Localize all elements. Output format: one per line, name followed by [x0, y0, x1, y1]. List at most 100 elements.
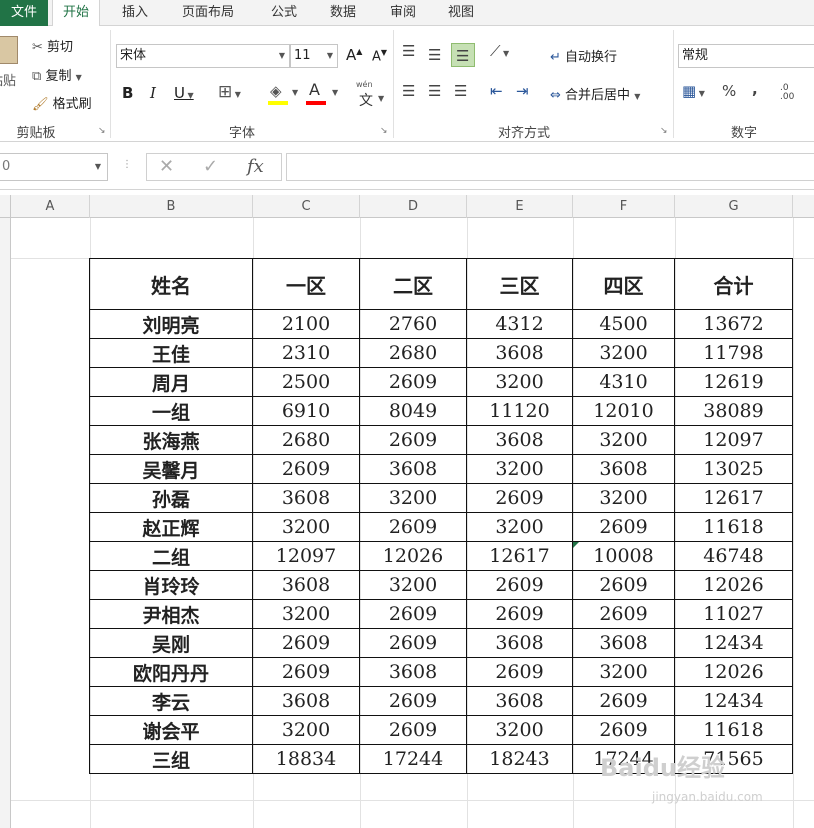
font-color-button[interactable]: A ▼ [306, 80, 340, 108]
value-cell[interactable]: 2609 [572, 570, 675, 600]
value-cell[interactable]: 2609 [359, 367, 467, 397]
formula-bar-splitter[interactable]: ⋮ [122, 159, 132, 170]
value-cell[interactable]: 12434 [674, 628, 793, 658]
value-cell[interactable]: 2609 [572, 686, 675, 716]
increase-decimal-icon[interactable]: .0.00 [780, 84, 794, 102]
value-cell[interactable]: 2609 [466, 570, 573, 600]
value-cell[interactable]: 2760 [359, 309, 467, 339]
value-cell[interactable]: 11120 [466, 396, 573, 426]
column-header-c[interactable]: C [253, 195, 360, 218]
value-cell[interactable]: 3608 [359, 454, 467, 484]
value-cell[interactable]: 2609 [359, 628, 467, 658]
value-cell[interactable]: 3608 [359, 657, 467, 687]
name-cell[interactable]: 尹相杰 [89, 599, 253, 629]
name-cell[interactable]: 张海燕 [89, 425, 253, 455]
orientation-button[interactable]: ⟋ ▼ [490, 42, 509, 60]
value-cell[interactable]: 3608 [252, 483, 360, 513]
name-cell[interactable]: 一组 [89, 396, 253, 426]
value-cell[interactable]: 2609 [359, 425, 467, 455]
name-cell[interactable]: 周月 [89, 367, 253, 397]
dialog-launcher-icon[interactable]: ↘ [98, 126, 106, 136]
value-cell[interactable]: 3200 [572, 483, 675, 513]
value-cell[interactable]: 12434 [674, 686, 793, 716]
name-cell[interactable]: 刘明亮 [89, 309, 253, 339]
value-cell[interactable]: 12010 [572, 396, 675, 426]
header-cell[interactable]: 三区 [466, 258, 573, 310]
value-cell[interactable]: 2609 [466, 599, 573, 629]
value-cell[interactable]: 3200 [572, 657, 675, 687]
phonetic-button[interactable]: wén 文 ▼ [356, 80, 386, 110]
bold-button[interactable]: B [122, 84, 133, 102]
comma-button[interactable]: , [752, 80, 758, 98]
value-cell[interactable]: 12097 [674, 425, 793, 455]
name-cell[interactable]: 李云 [89, 686, 253, 716]
value-cell[interactable]: 2609 [252, 454, 360, 484]
tab-formulas[interactable]: 公式 [261, 0, 307, 26]
italic-button[interactable]: I [150, 84, 156, 102]
align-top-icon[interactable]: ☰ [402, 42, 415, 60]
column-header-e[interactable]: E [467, 195, 573, 218]
name-cell[interactable]: 肖玲玲 [89, 570, 253, 600]
copy-button[interactable]: ⧉ 复制 ▼ [32, 65, 82, 84]
value-cell[interactable]: 3608 [466, 425, 573, 455]
value-cell[interactable]: 3200 [466, 512, 573, 542]
value-cell[interactable]: 13672 [674, 309, 793, 339]
value-cell[interactable]: 3608 [252, 570, 360, 600]
tab-home[interactable]: 开始 [52, 0, 101, 27]
value-cell[interactable]: 18834 [252, 744, 360, 774]
align-bottom-button[interactable]: ☰ [451, 43, 475, 67]
value-cell[interactable]: 2500 [252, 367, 360, 397]
name-cell[interactable]: 二组 [89, 541, 253, 571]
value-cell[interactable]: 3200 [359, 570, 467, 600]
column-header-g[interactable]: G [675, 195, 793, 218]
name-cell[interactable]: 欧阳丹丹 [89, 657, 253, 687]
value-cell[interactable]: 46748 [674, 541, 793, 571]
value-cell[interactable]: 6910 [252, 396, 360, 426]
dialog-launcher-icon[interactable]: ↘ [380, 126, 388, 136]
value-cell[interactable]: 3608 [572, 628, 675, 658]
value-cell[interactable]: 3200 [466, 454, 573, 484]
value-cell[interactable]: 12617 [466, 541, 573, 571]
tab-insert[interactable]: 插入 [112, 0, 158, 26]
value-cell[interactable]: 3200 [572, 338, 675, 368]
name-cell[interactable]: 孙磊 [89, 483, 253, 513]
paste-button[interactable]: 粘贴 [0, 34, 24, 94]
name-cell[interactable]: 吴馨月 [89, 454, 253, 484]
value-cell[interactable]: 3608 [466, 628, 573, 658]
align-right-icon[interactable]: ☰ [454, 82, 467, 100]
value-cell[interactable]: 11618 [674, 715, 793, 745]
value-cell[interactable]: 2609 [252, 628, 360, 658]
value-cell[interactable]: 3200 [252, 512, 360, 542]
value-cell[interactable]: 12617 [674, 483, 793, 513]
decrease-indent-icon[interactable]: ⇤ [490, 82, 503, 100]
value-cell[interactable]: 2609 [252, 657, 360, 687]
insert-function-icon[interactable]: fx [247, 156, 264, 177]
name-cell[interactable]: 王佳 [89, 338, 253, 368]
value-cell[interactable]: 3608 [572, 454, 675, 484]
header-cell[interactable]: 四区 [572, 258, 675, 310]
value-cell[interactable]: 3608 [466, 686, 573, 716]
font-size-combo[interactable]: 11 ▼ [290, 44, 338, 68]
value-cell[interactable]: 2609 [572, 512, 675, 542]
name-cell[interactable]: 谢会平 [89, 715, 253, 745]
header-cell[interactable]: 合计 [674, 258, 793, 310]
value-cell[interactable]: 12097 [252, 541, 360, 571]
value-cell[interactable]: 11027 [674, 599, 793, 629]
tab-data[interactable]: 数据 [320, 0, 366, 26]
align-middle-icon[interactable]: ☰ [428, 46, 441, 64]
value-cell[interactable]: 4500 [572, 309, 675, 339]
value-cell[interactable]: 2609 [359, 715, 467, 745]
fill-color-button[interactable]: ◈ ▼ [268, 82, 300, 108]
value-cell[interactable]: 12619 [674, 367, 793, 397]
format-painter-button[interactable]: 🖌 格式刷 [32, 93, 92, 112]
value-cell[interactable]: 2310 [252, 338, 360, 368]
name-cell[interactable]: 吴刚 [89, 628, 253, 658]
align-left-icon[interactable]: ☰ [402, 82, 415, 100]
value-cell[interactable]: 2609 [466, 483, 573, 513]
shrink-font-button[interactable]: A▼ [372, 48, 387, 64]
tab-file[interactable]: 文件 [0, 0, 48, 26]
value-cell[interactable]: 3608 [252, 686, 360, 716]
increase-indent-icon[interactable]: ⇥ [516, 82, 529, 100]
value-cell[interactable]: 8049 [359, 396, 467, 426]
tab-view[interactable]: 视图 [438, 0, 484, 26]
